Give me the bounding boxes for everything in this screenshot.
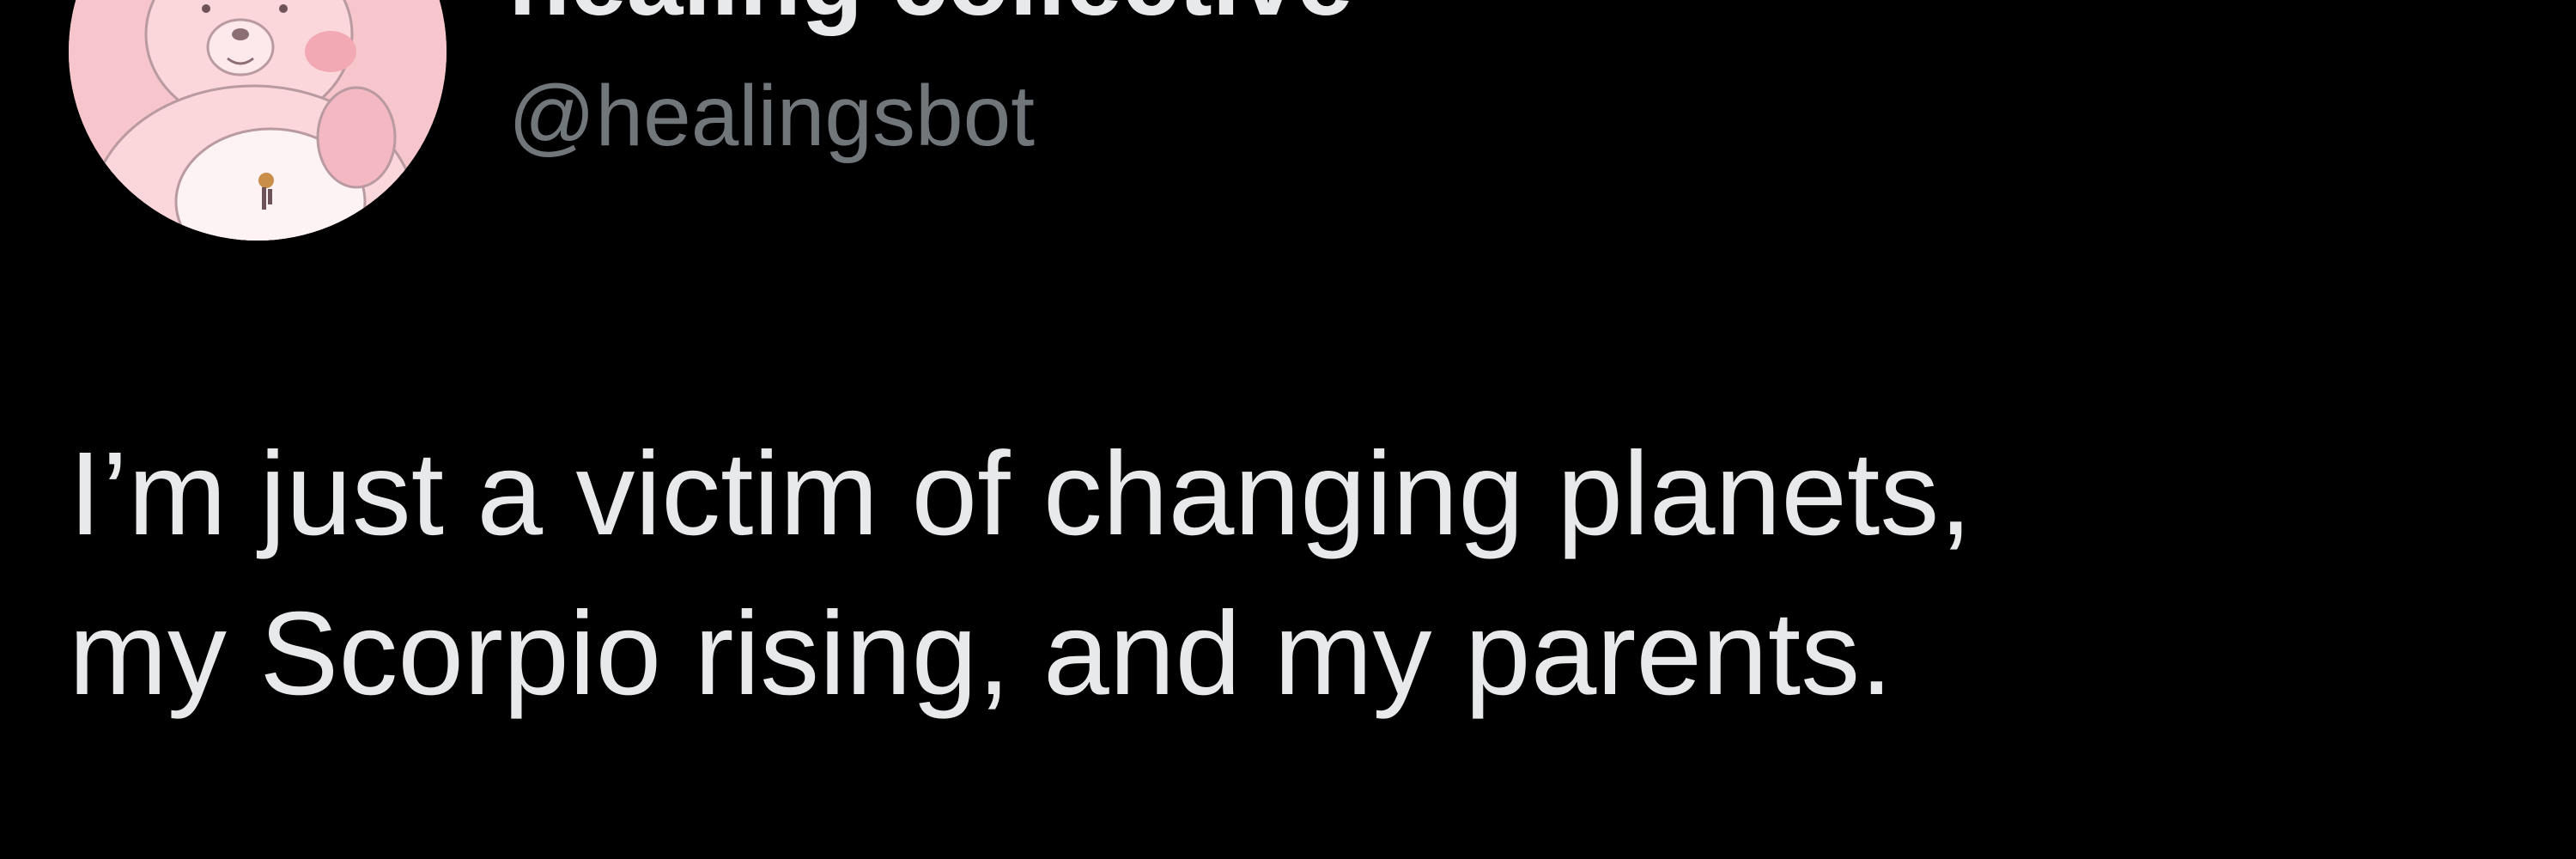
author-avatar[interactable] [69, 0, 447, 241]
author-display-name[interactable]: healing collective [508, 0, 1353, 36]
author-handle[interactable]: @healingsbot [508, 64, 1035, 168]
tweet-text-line: my Scorpio rising, and my parents. [69, 588, 1893, 720]
tweet-text: I’m just a victim of changing planets, m… [69, 414, 2559, 734]
pink-bear-avatar-icon [69, 0, 447, 241]
tweet-card: healing collective @healingsbot I’m just… [0, 0, 2576, 859]
tweet-text-line: I’m just a victim of changing planets, [69, 428, 1972, 560]
